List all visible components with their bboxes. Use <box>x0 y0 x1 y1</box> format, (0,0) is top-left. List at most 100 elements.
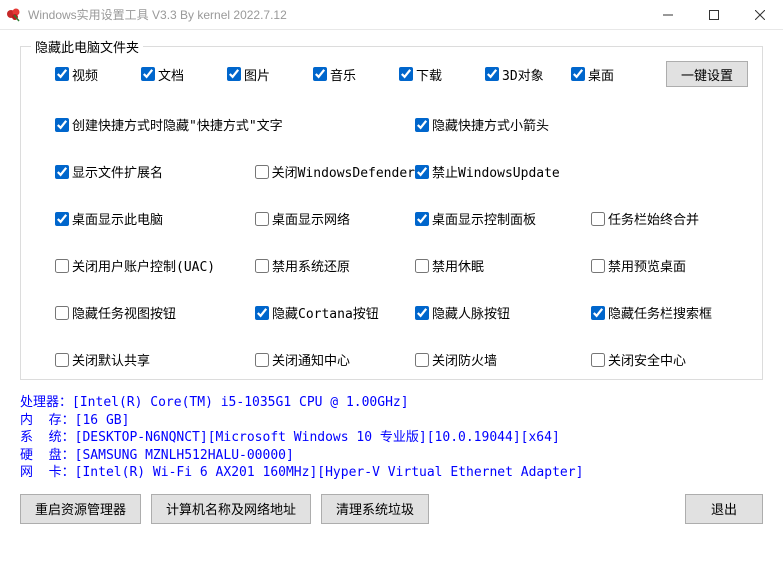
checkbox-label: 关闭用户账户控制(UAC) <box>72 256 215 275</box>
checkbox-input[interactable] <box>591 259 605 273</box>
checkbox-input[interactable] <box>55 67 69 81</box>
checkbox-label: 音乐 <box>330 65 356 84</box>
checkbox-input[interactable] <box>255 259 269 273</box>
checkbox-label: 隐藏任务视图按钮 <box>72 303 176 322</box>
bottom-button-bar: 重启资源管理器 计算机名称及网络地址 清理系统垃圾 退出 <box>20 494 763 524</box>
checkbox-input[interactable] <box>141 67 155 81</box>
checkbox-input[interactable] <box>255 212 269 226</box>
checkbox-label: 隐藏任务栏搜索框 <box>608 303 712 322</box>
checkbox-input[interactable] <box>55 165 69 179</box>
option-checkbox[interactable]: 禁用系统还原 <box>255 256 415 275</box>
checkbox-input[interactable] <box>415 118 429 132</box>
option-checkbox[interactable]: 创建快捷方式时隐藏"快捷方式"文字 <box>55 115 415 134</box>
checkbox-input[interactable] <box>591 353 605 367</box>
checkbox-label: 创建快捷方式时隐藏"快捷方式"文字 <box>72 115 283 134</box>
option-checkbox[interactable]: 桌面显示控制面板 <box>415 209 591 228</box>
spacer <box>439 494 675 524</box>
checkbox-input[interactable] <box>415 259 429 273</box>
folder-checkbox[interactable]: 图片 <box>227 65 313 84</box>
option-checkbox[interactable]: 隐藏快捷方式小箭头 <box>415 115 751 134</box>
window-title: Windows实用设置工具 V3.3 By kernel 2022.7.12 <box>28 6 645 23</box>
folder-checkbox[interactable]: 桌面 <box>571 65 657 84</box>
folder-checkbox[interactable]: 3D对象 <box>485 65 571 84</box>
hide-folders-group: 隐藏此电脑文件夹 视频文档图片音乐下载3D对象桌面一键设置 创建快捷方式时隐藏"… <box>20 46 763 380</box>
checkbox-label: 显示文件扩展名 <box>72 162 163 181</box>
checkbox-label: 关闭WindowsDefender <box>272 162 415 181</box>
checkbox-input[interactable] <box>255 165 269 179</box>
checkbox-input[interactable] <box>255 306 269 320</box>
checkbox-label: 关闭防火墙 <box>432 350 497 369</box>
checkbox-label: 隐藏人脉按钮 <box>432 303 510 322</box>
checkbox-label: 桌面显示控制面板 <box>432 209 536 228</box>
option-checkbox[interactable]: 禁用休眠 <box>415 256 591 275</box>
folder-checkbox[interactable]: 下载 <box>399 65 485 84</box>
computer-name-button[interactable]: 计算机名称及网络地址 <box>151 494 311 524</box>
checkbox-input[interactable] <box>399 67 413 81</box>
option-checkbox[interactable]: 隐藏任务视图按钮 <box>55 303 255 322</box>
app-icon <box>6 7 22 23</box>
clean-junk-button[interactable]: 清理系统垃圾 <box>321 494 429 524</box>
system-info: 处理器：[Intel(R) Core(TM) i5-1035G1 CPU @ 1… <box>20 394 763 482</box>
folder-checkbox-row: 视频 文档 图片音乐 下载 3D对象 桌面 一键设置 <box>55 61 748 87</box>
exit-button[interactable]: 退出 <box>685 494 763 524</box>
group-title: 隐藏此电脑文件夹 <box>31 37 143 56</box>
one-key-set-button[interactable]: 一键设置 <box>666 61 748 87</box>
folder-checkbox[interactable]: 音乐 <box>313 65 399 84</box>
checkbox-label: 桌面 <box>588 65 614 84</box>
option-checkbox[interactable]: 显示文件扩展名 <box>55 162 255 181</box>
checkbox-input[interactable] <box>415 306 429 320</box>
checkbox-label: 禁用休眠 <box>432 256 484 275</box>
checkbox-label: 下载 <box>416 65 442 84</box>
titlebar: Windows实用设置工具 V3.3 By kernel 2022.7.12 <box>0 0 783 30</box>
option-checkbox[interactable]: 桌面显示网络 <box>255 209 415 228</box>
option-checkbox[interactable]: 禁用预览桌面 <box>591 256 751 275</box>
checkbox-input[interactable] <box>55 259 69 273</box>
checkbox-label: 禁用预览桌面 <box>608 256 686 275</box>
options-grid: 创建快捷方式时隐藏"快捷方式"文字 隐藏快捷方式小箭头显示文件扩展名 关闭Windo… <box>55 115 748 369</box>
maximize-button[interactable] <box>691 0 737 30</box>
checkbox-label: 禁用系统还原 <box>272 256 350 275</box>
checkbox-label: 文档 <box>158 65 184 84</box>
option-checkbox[interactable]: 任务栏始终合并 <box>591 209 751 228</box>
checkbox-label: 3D对象 <box>502 65 544 84</box>
restart-explorer-button[interactable]: 重启资源管理器 <box>20 494 141 524</box>
option-checkbox[interactable]: 关闭用户账户控制(UAC) <box>55 256 255 275</box>
option-checkbox[interactable]: 关闭通知中心 <box>255 350 415 369</box>
checkbox-input[interactable] <box>55 353 69 367</box>
checkbox-input[interactable] <box>415 212 429 226</box>
checkbox-input[interactable] <box>55 212 69 226</box>
checkbox-label: 隐藏快捷方式小箭头 <box>432 115 549 134</box>
close-button[interactable] <box>737 0 783 30</box>
option-checkbox[interactable]: 关闭安全中心 <box>591 350 751 369</box>
option-checkbox[interactable]: 隐藏任务栏搜索框 <box>591 303 751 322</box>
folder-checkbox[interactable]: 文档 <box>141 65 227 84</box>
option-checkbox[interactable]: 关闭WindowsDefender <box>255 162 415 181</box>
checkbox-input[interactable] <box>227 67 241 81</box>
content-area: 隐藏此电脑文件夹 视频 文档 图片音乐 下载 3D对象 桌面 一键设置 创建快捷方式时隐藏"… <box>0 30 783 534</box>
checkbox-label: 关闭默认共享 <box>72 350 150 369</box>
option-checkbox[interactable]: 关闭防火墙 <box>415 350 591 369</box>
checkbox-input[interactable] <box>485 67 499 81</box>
folder-checkbox[interactable]: 视频 <box>55 65 141 84</box>
option-checkbox[interactable]: 隐藏Cortana按钮 <box>255 303 415 322</box>
checkbox-input[interactable] <box>255 353 269 367</box>
checkbox-label: 关闭安全中心 <box>608 350 686 369</box>
checkbox-input[interactable] <box>415 165 429 179</box>
option-checkbox[interactable]: 禁止WindowsUpdate <box>415 162 751 181</box>
checkbox-label: 桌面显示网络 <box>272 209 350 228</box>
checkbox-input[interactable] <box>571 67 585 81</box>
checkbox-input[interactable] <box>55 306 69 320</box>
checkbox-input[interactable] <box>313 67 327 81</box>
checkbox-input[interactable] <box>55 118 69 132</box>
checkbox-input[interactable] <box>591 306 605 320</box>
checkbox-input[interactable] <box>591 212 605 226</box>
option-checkbox[interactable]: 关闭默认共享 <box>55 350 255 369</box>
checkbox-label: 禁止WindowsUpdate <box>432 162 560 181</box>
option-checkbox[interactable]: 隐藏人脉按钮 <box>415 303 591 322</box>
minimize-button[interactable] <box>645 0 691 30</box>
checkbox-label: 视频 <box>72 65 98 84</box>
checkbox-input[interactable] <box>415 353 429 367</box>
checkbox-label: 任务栏始终合并 <box>608 209 699 228</box>
checkbox-label: 桌面显示此电脑 <box>72 209 163 228</box>
option-checkbox[interactable]: 桌面显示此电脑 <box>55 209 255 228</box>
